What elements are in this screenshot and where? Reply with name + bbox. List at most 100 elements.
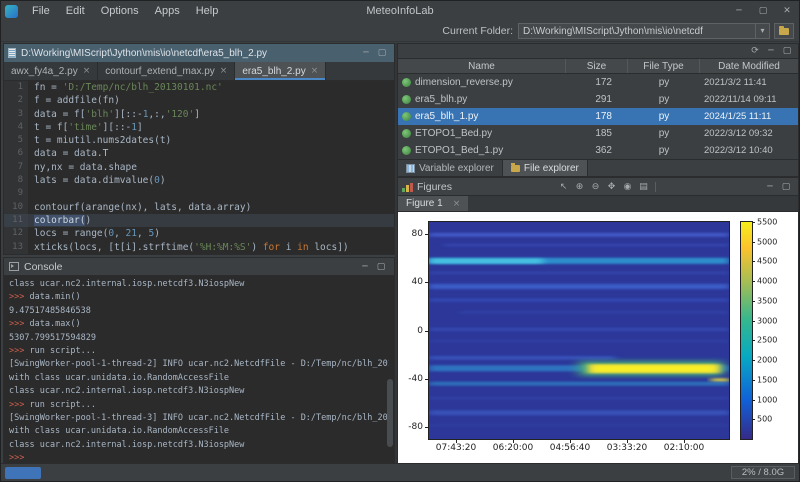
float-panel-icon[interactable]: ▢: [373, 259, 389, 275]
menu-options[interactable]: Options: [93, 1, 147, 21]
tab-label: Variable explorer: [419, 163, 494, 174]
file-date-cell: 2022/3/12 10:40: [700, 142, 798, 159]
layout-icon[interactable]: ▤: [636, 179, 652, 195]
editor-header: D:\Working\MIScript\Jython\mis\io\netcdf…: [4, 44, 394, 62]
code-line[interactable]: 9: [4, 187, 394, 200]
code-line[interactable]: 11colorbar(): [4, 214, 394, 227]
file-date-cell: 2022/11/14 09:11: [700, 91, 798, 108]
column-name[interactable]: Name: [398, 59, 566, 73]
console-line: class ucar.nc2.internal.iosp.netcdf3.N3i…: [9, 385, 389, 398]
colorbar-tick-label: 2500: [757, 336, 777, 345]
file-row[interactable]: era5_blh_1.py178py2024/1/25 11:11: [398, 108, 798, 125]
menu-file[interactable]: File: [24, 1, 58, 21]
minimize-panel-icon[interactable]: ─: [762, 179, 778, 195]
colorbar-tick-label: 2000: [757, 356, 777, 365]
zoom-in-icon[interactable]: ⊕: [572, 179, 588, 195]
menu-help[interactable]: Help: [188, 1, 227, 21]
console-output[interactable]: class ucar.nc2.internal.iosp.netcdf3.N3i…: [4, 276, 394, 464]
colorbar-tick-mark: [752, 301, 755, 302]
menu-bar: FileEditOptionsAppsHelp MeteoInfoLab ─▢✕: [1, 1, 799, 21]
minimize-button[interactable]: ─: [727, 1, 751, 21]
file-row[interactable]: dimension_reverse.py172py2021/3/2 11:41: [398, 74, 798, 91]
line-code: ny,nx = data.shape: [28, 161, 137, 174]
identify-icon[interactable]: ◉: [620, 179, 636, 195]
code-line[interactable]: 2f = addfile(fn): [4, 94, 394, 107]
tab-variable-explorer[interactable]: Variable explorer: [398, 160, 503, 176]
code-editor[interactable]: 1fn = 'D:/Temp/nc/blh_20130101.nc'2f = a…: [4, 81, 394, 254]
code-line[interactable]: 7ny,nx = data.shape: [4, 161, 394, 174]
x-tick-mark: [456, 439, 457, 443]
close-icon[interactable]: ×: [311, 66, 319, 76]
code-line[interactable]: 3data = f['blh'][::-1,:,'120']: [4, 108, 394, 121]
python-file-icon: [402, 146, 411, 155]
editor-tab[interactable]: contourf_extend_max.py×: [98, 62, 235, 80]
file-name-cell: dimension_reverse.py: [398, 74, 566, 91]
code-line[interactable]: 8lats = data.dimvalue(0): [4, 174, 394, 187]
console-line: 5307.799517594829: [9, 332, 389, 345]
line-code: fn = 'D:/Temp/nc/blh_20130101.nc': [28, 81, 223, 94]
refresh-icon[interactable]: ⟳: [747, 43, 763, 59]
pan-icon[interactable]: ✥: [604, 179, 620, 195]
editor-file-path: D:\Working\MIScript\Jython\mis\io\netcdf…: [21, 48, 358, 59]
memory-indicator[interactable]: 2% / 8.0G: [731, 466, 795, 479]
file-size-cell: 172: [566, 74, 628, 91]
close-button[interactable]: ✕: [775, 1, 799, 21]
code-line[interactable]: 13xticks(locs, [t[i].strftime('%H:%M:%S'…: [4, 241, 394, 254]
current-folder-bar: Current Folder: D:\Working\MIScript\Jyth…: [1, 21, 799, 42]
folder-icon: [779, 28, 789, 35]
file-row[interactable]: era5_blh.py291py2022/11/14 09:11: [398, 91, 798, 108]
select-arrow-icon[interactable]: ↖: [556, 179, 572, 195]
chevron-down-icon[interactable]: ▾: [755, 24, 769, 38]
tab-figure-1[interactable]: Figure 1 ×: [398, 196, 468, 211]
column-file-type[interactable]: File Type: [628, 59, 700, 73]
close-icon[interactable]: ×: [83, 66, 91, 76]
minimize-panel-icon[interactable]: ─: [357, 259, 373, 275]
x-tick-mark: [627, 439, 628, 443]
code-line[interactable]: 1fn = 'D:/Temp/nc/blh_20130101.nc': [4, 81, 394, 94]
minimize-panel-icon[interactable]: ─: [763, 43, 779, 59]
code-line[interactable]: 6data = data.T: [4, 147, 394, 160]
float-panel-icon[interactable]: ▢: [779, 43, 795, 59]
console-icon: [9, 262, 19, 271]
browse-folder-button[interactable]: [774, 23, 794, 39]
y-tick-mark: [425, 331, 429, 332]
code-line[interactable]: 10contourf(arange(nx), lats, data.array): [4, 201, 394, 214]
x-tick-label: 04:56:40: [550, 443, 590, 453]
colorbar: 5500500045004000350030002500200015001000…: [740, 221, 753, 440]
y-tick-label: 80: [412, 229, 423, 239]
console-line: [SwingWorker-pool-1-thread-2] INFO ucar.…: [9, 358, 389, 371]
editor-tab[interactable]: era5_blh_2.py×: [235, 62, 326, 80]
colorbar-tick-mark: [752, 242, 755, 243]
code-line[interactable]: 4t = f['time'][::-1]: [4, 121, 394, 134]
close-icon[interactable]: ×: [220, 66, 228, 76]
column-date-modified[interactable]: Date Modified: [700, 59, 798, 73]
editor-tab[interactable]: awx_fy4a_2.py×: [4, 62, 98, 80]
zoom-out-icon[interactable]: ⊖: [588, 179, 604, 195]
maximize-button[interactable]: ▢: [751, 1, 775, 21]
menu-edit[interactable]: Edit: [58, 1, 93, 21]
column-size[interactable]: Size: [566, 59, 628, 73]
close-icon[interactable]: ×: [453, 199, 461, 209]
float-panel-icon[interactable]: ▢: [778, 179, 794, 195]
console-line: >>> run script...: [9, 399, 389, 412]
menu-apps[interactable]: Apps: [147, 1, 188, 21]
meteoinfolab-window: FileEditOptionsAppsHelp MeteoInfoLab ─▢✕…: [0, 0, 800, 482]
line-number: 2: [4, 94, 28, 107]
line-number: 6: [4, 147, 28, 160]
y-tick-mark: [425, 234, 429, 235]
file-type-cell: py: [628, 108, 700, 125]
file-row[interactable]: ETOPO1_Bed.py185py2022/3/12 09:32: [398, 125, 798, 142]
figure-canvas[interactable]: 80400-40-8007:43:2006:20:0004:56:4003:33…: [398, 212, 798, 464]
figures-title: Figures: [417, 181, 452, 193]
colorbar-tick-mark: [752, 360, 755, 361]
current-folder-combobox[interactable]: D:\Working\MIScript\Jython\mis\io\netcdf…: [518, 23, 770, 39]
code-line[interactable]: 12locs = range(0, 21, 5): [4, 227, 394, 240]
file-row[interactable]: ETOPO1_Bed_1.py362py2022/3/12 10:40: [398, 142, 798, 159]
code-line[interactable]: 5t = miutil.nums2dates(t): [4, 134, 394, 147]
tab-file-explorer[interactable]: File explorer: [503, 160, 588, 176]
minimize-panel-icon[interactable]: ─: [358, 45, 374, 61]
float-panel-icon[interactable]: ▢: [374, 45, 390, 61]
console-scrollbar[interactable]: [387, 379, 393, 447]
python-file-icon: [402, 129, 411, 138]
y-tick-label: -40: [408, 374, 423, 384]
